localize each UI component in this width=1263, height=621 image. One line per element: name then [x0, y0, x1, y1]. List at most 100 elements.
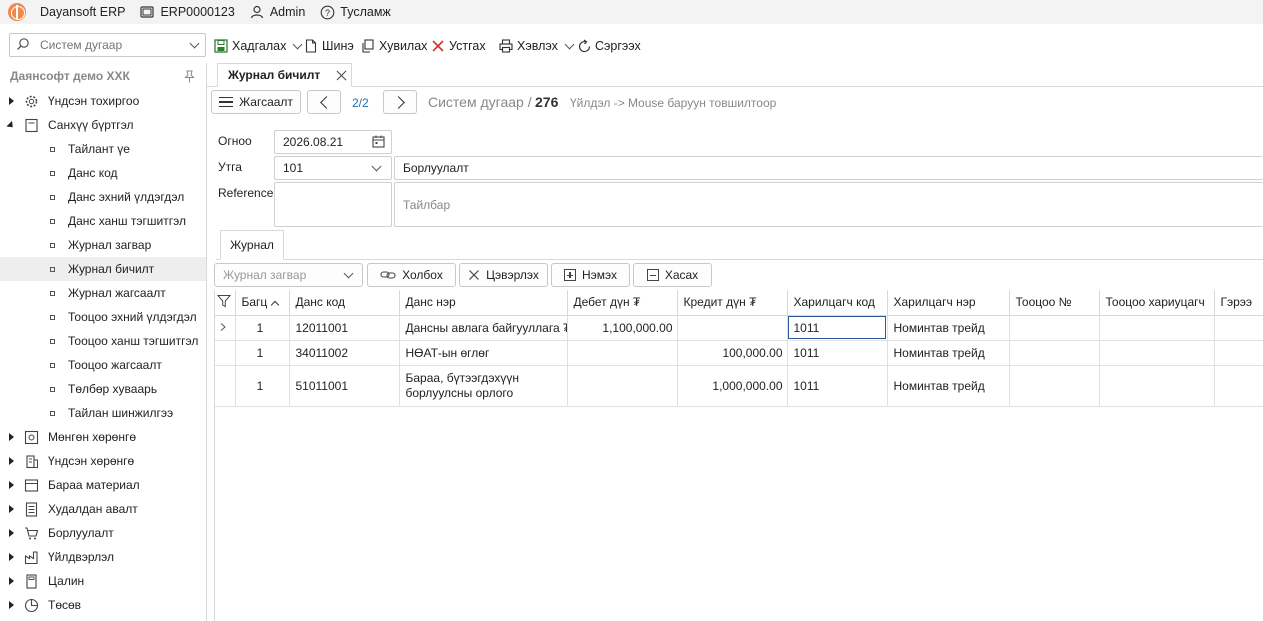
help-button[interactable]: ? Тусламж: [319, 4, 391, 20]
cell-partner-code[interactable]: 1011: [787, 340, 888, 366]
cell-account-code[interactable]: 12011001: [289, 315, 400, 341]
column-header-partner-name[interactable]: Харилцагч нэр: [887, 290, 1010, 316]
cell-partner-name[interactable]: Номинтав трейд: [887, 315, 1010, 341]
sidebar-subitem-exchange-adjustment[interactable]: Данс ханш тэгшитгэл: [0, 209, 206, 233]
chevron-down-icon[interactable]: [189, 38, 200, 48]
sidebar-item-production[interactable]: Үйлдвэрлэл: [0, 545, 206, 569]
filter-header-cell[interactable]: [215, 290, 236, 316]
row-indicator[interactable]: [215, 315, 236, 341]
table-row[interactable]: 1 34011002 НӨАТ-ын өглөг 100,000.00 1011…: [215, 340, 1263, 366]
chevron-down-icon[interactable]: [292, 39, 303, 49]
collapse-arrow-icon[interactable]: [6, 120, 16, 130]
expand-arrow-icon[interactable]: [9, 433, 14, 441]
sidebar-subitem-account-code[interactable]: Данс код: [0, 161, 206, 185]
sidebar-subitem-journal-list[interactable]: Журнал жагсаалт: [0, 281, 206, 305]
column-header-contract[interactable]: Гэрээ: [1214, 290, 1263, 316]
database-selector[interactable]: ERP0000123: [139, 4, 235, 20]
calendar-icon[interactable]: [372, 135, 385, 151]
link-button[interactable]: Холбох: [367, 263, 456, 287]
remove-row-button[interactable]: Хасах: [633, 263, 712, 287]
clear-button[interactable]: Цэвэрлэх: [459, 263, 548, 287]
reference-field[interactable]: [274, 182, 392, 227]
new-button[interactable]: Шинэ: [304, 37, 354, 55]
column-header-settlement-owner[interactable]: Тооцоо хариуцагч: [1099, 290, 1215, 316]
sidebar-subitem-settlement-opening[interactable]: Тооцоо эхний үлдэгдэл: [0, 305, 206, 329]
sidebar-subitem-settlement-exchange[interactable]: Тооцоо ханш тэгшитгэл: [0, 329, 206, 353]
expand-arrow-icon[interactable]: [9, 601, 14, 609]
tab-journal[interactable]: Журнал: [220, 230, 284, 260]
sidebar-subitem-reporting-period[interactable]: Тайлант үе: [0, 137, 206, 161]
sidebar-item-payroll[interactable]: Цалин: [0, 569, 206, 593]
sidebar-item-inventory[interactable]: Бараа материал: [0, 473, 206, 497]
cell-account-code[interactable]: 51011001: [289, 365, 400, 407]
date-field[interactable]: 2026.08.21: [274, 130, 392, 154]
sidebar-subitem-opening-balance[interactable]: Данс эхний үлдэгдэл: [0, 185, 206, 209]
cell-debit[interactable]: [567, 365, 678, 407]
sidebar-subitem-report-analysis[interactable]: Тайлан шинжилгээ: [0, 401, 206, 425]
sidebar-item-fixed-assets[interactable]: Үндсэн хөрөнгө: [0, 449, 206, 473]
sidebar-subitem-journal-entry[interactable]: Журнал бичилт: [0, 257, 206, 281]
list-button[interactable]: Жагсаалт: [211, 90, 301, 114]
cell-credit[interactable]: 1,000,000.00: [677, 365, 788, 407]
cell-settlement-owner[interactable]: [1099, 365, 1215, 407]
cell-account-code[interactable]: 34011002: [289, 340, 400, 366]
cell-partner-name[interactable]: Номинтав трейд: [887, 340, 1010, 366]
cell-batch[interactable]: 1: [235, 365, 290, 407]
column-header-account-name[interactable]: Данс нэр: [399, 290, 568, 316]
refresh-button[interactable]: Сэргээх: [577, 37, 641, 55]
cell-settlement-owner[interactable]: [1099, 315, 1215, 341]
chevron-down-icon[interactable]: [343, 268, 354, 279]
sidebar-subitem-payment-schedule[interactable]: Төлбөр хуваарь: [0, 377, 206, 401]
row-indicator[interactable]: [215, 340, 236, 366]
table-row[interactable]: 1 12011001 Дансны авлага байгууллага ₮ 1…: [215, 315, 1263, 341]
close-icon[interactable]: [336, 70, 347, 81]
expand-arrow-icon[interactable]: [9, 553, 14, 561]
code-description-field[interactable]: Борлуулалт: [394, 156, 1263, 180]
search-input[interactable]: [40, 38, 185, 52]
print-button[interactable]: Хэвлэх: [499, 37, 575, 55]
pin-icon[interactable]: [184, 70, 195, 83]
expand-arrow-icon[interactable]: [9, 529, 14, 537]
cell-settlement-no[interactable]: [1009, 365, 1100, 407]
save-button[interactable]: Хадгалах: [214, 37, 303, 55]
column-header-account-code[interactable]: Данс код: [289, 290, 400, 316]
cell-debit[interactable]: [567, 340, 678, 366]
code-select[interactable]: 101: [274, 156, 392, 180]
cell-contract[interactable]: [1214, 365, 1263, 407]
chevron-down-icon[interactable]: [371, 161, 382, 172]
previous-record-button[interactable]: [307, 90, 341, 114]
add-row-button[interactable]: Нэмэх: [551, 263, 630, 287]
sidebar-item-sales[interactable]: Борлуулалт: [0, 521, 206, 545]
cell-account-name[interactable]: Дансны авлага байгууллага ₮: [399, 315, 568, 341]
sidebar-item-cash[interactable]: Мөнгөн хөрөнгө: [0, 425, 206, 449]
cell-partner-code[interactable]: 1011: [787, 315, 888, 341]
sidebar-item-accounting[interactable]: Санхүү бүртгэл: [0, 113, 206, 137]
cell-debit[interactable]: 1,100,000.00: [567, 315, 678, 341]
expand-arrow-icon[interactable]: [9, 481, 14, 489]
chevron-down-icon[interactable]: [564, 39, 575, 49]
column-header-settlement-no[interactable]: Тооцоо №: [1009, 290, 1100, 316]
tab-journal-entry[interactable]: Журнал бичилт: [217, 63, 352, 87]
system-number-search[interactable]: [9, 33, 206, 57]
column-header-partner-code[interactable]: Харилцагч код: [787, 290, 888, 316]
expand-arrow-icon[interactable]: [9, 457, 14, 465]
column-header-batch[interactable]: Багц: [235, 290, 290, 316]
cell-batch[interactable]: 1: [235, 340, 290, 366]
table-row[interactable]: 1 51011001 Бараа, бүтээгдэхүүн борлуулсн…: [215, 365, 1263, 407]
cell-credit[interactable]: [677, 315, 788, 341]
column-header-debit[interactable]: Дебет дүн ₮: [567, 290, 678, 316]
note-field[interactable]: Тайлбар: [394, 182, 1263, 227]
cell-batch[interactable]: 1: [235, 315, 290, 341]
expand-arrow-icon[interactable]: [9, 505, 14, 513]
next-record-button[interactable]: [383, 90, 417, 114]
sidebar-subitem-journal-template[interactable]: Журнал загвар: [0, 233, 206, 257]
sidebar-item-purchasing[interactable]: Худалдан авалт: [0, 497, 206, 521]
sidebar-item-general-settings[interactable]: Үндсэн тохиргоо: [0, 89, 206, 113]
copy-button[interactable]: Хувилах: [361, 37, 427, 55]
cell-account-name[interactable]: НӨАТ-ын өглөг: [399, 340, 568, 366]
column-header-credit[interactable]: Кредит дүн ₮: [677, 290, 788, 316]
filter-funnel-icon[interactable]: [216, 294, 232, 311]
cell-contract[interactable]: [1214, 340, 1263, 366]
cell-account-name[interactable]: Бараа, бүтээгдэхүүн борлуулсны орлого: [399, 365, 568, 407]
sidebar-subitem-settlement-list[interactable]: Тооцоо жагсаалт: [0, 353, 206, 377]
